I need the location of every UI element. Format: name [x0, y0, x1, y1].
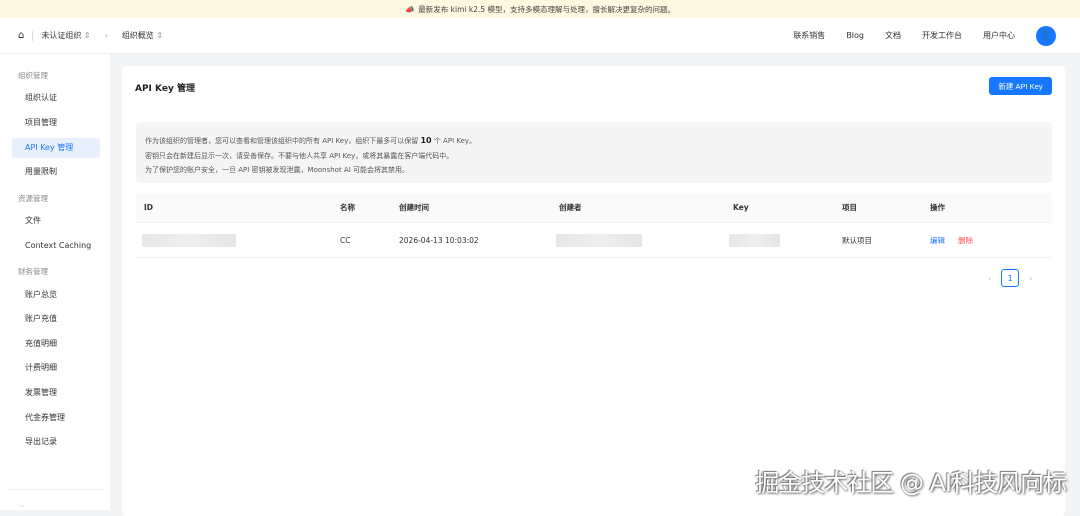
page-title: API Key 管理 [135, 84, 195, 94]
edit-button[interactable]: 编辑 [930, 235, 945, 246]
info-line-1: 作为该组织的管理者，您可以查看和管理该组织中的所有 API Key，组织下最多可… [145, 134, 1043, 149]
watermark: 掘金技术社区 @ AI科技风向标 [755, 469, 1067, 497]
sidebar-item-files[interactable]: 文件 [12, 211, 100, 231]
info-line-2: 密钥只会在新建后显示一次，请妥善保存。不要与他人共享 API Key，或将其暴露… [145, 151, 454, 160]
sidebar-item-invoices[interactable]: 发票管理 [12, 383, 100, 403]
info-text: 个 API Key。 [433, 137, 477, 145]
top-header: ⌂ 未认证组织 ⇕ › 组织概览 ⇕ 联系销售 Blog 文档 开发工作台 用户… [0, 18, 1080, 54]
page-selector[interactable]: 组织概览 ⇕ [122, 30, 163, 41]
chevron-updown-icon: ⇕ [156, 31, 164, 40]
nav-docs[interactable]: 文档 [885, 30, 901, 41]
page-1-button[interactable]: 1 [1001, 269, 1020, 287]
info-notice: 作为该组织的管理者，您可以查看和管理该组织中的所有 API Key，组织下最多可… [136, 122, 1052, 183]
prev-page-icon[interactable]: ‹ [988, 274, 991, 283]
org-name: 未认证组织 [41, 31, 82, 40]
sidebar-item-usage-limits[interactable]: 用量限制 [12, 162, 100, 182]
home-icon[interactable]: ⌂ [18, 30, 24, 41]
col-id: ID [144, 203, 154, 212]
megaphone-icon: 📣 [404, 4, 415, 14]
col-actions: 操作 [930, 203, 945, 212]
sidebar-item-account-overview[interactable]: 账户总览 [12, 285, 100, 305]
pagination: ‹ 1 › [988, 269, 1032, 287]
row-name: CC [340, 236, 351, 245]
next-page-icon[interactable]: › [1029, 274, 1032, 283]
sidebar-group-finance: 财务管理 [18, 267, 48, 276]
row-project: 默认项目 [842, 236, 872, 245]
nav-dev-console[interactable]: 开发工作台 [922, 30, 962, 41]
col-creator: 创建者 [559, 203, 582, 212]
breadcrumb-separator-icon: › [104, 31, 108, 40]
sidebar-item-api-keys[interactable]: API Key 管理 [12, 138, 100, 158]
row-created: 2026-04-13 10:03:02 [399, 236, 479, 245]
col-project: 项目 [842, 203, 857, 212]
info-line-3: 为了保护您的账户安全，一旦 API 密钥被发现泄露，Moonshot AI 可能… [145, 166, 409, 174]
delete-button[interactable]: 删除 [958, 235, 973, 246]
redacted-id [142, 234, 236, 247]
table-row: CC 2026-04-13 10:03:02 默认项目 编辑 删除 [136, 224, 1052, 258]
announcement-banner[interactable]: 📣 最新发布 kimi k2.5 模型，支持多模态理解与处理，擅长解决更复杂的问… [0, 0, 1080, 18]
api-key-card: API Key 管理 新建 API Key 作为该组织的管理者，您可以查看和管理… [122, 66, 1065, 516]
max-keys-count: 10 [420, 136, 432, 145]
col-created: 创建时间 [399, 203, 429, 212]
collapse-icon[interactable]: ⋯ [18, 502, 25, 510]
divider [32, 30, 34, 41]
redacted-key [729, 234, 780, 247]
sidebar-group-resources: 资源管理 [18, 194, 48, 203]
sidebar-item-vouchers[interactable]: 代金券管理 [12, 408, 100, 428]
nav-user-center[interactable]: 用户中心 [983, 30, 1015, 41]
announcement-text: 最新发布 kimi k2.5 模型，支持多模态理解与处理，擅长解决更复杂的问题。 [418, 4, 676, 14]
col-name: 名称 [340, 203, 355, 212]
col-key: Key [733, 203, 749, 212]
sidebar-group-org: 组织管理 [18, 71, 48, 80]
org-selector[interactable]: 未认证组织 ⇕ [41, 30, 90, 41]
sidebar-item-billing-details[interactable]: 计费明细 [12, 358, 100, 378]
divider [8, 489, 104, 490]
sidebar-item-context-caching[interactable]: Context Caching [12, 236, 100, 256]
nav-blog[interactable]: Blog [846, 31, 864, 40]
sidebar-item-recharge-details[interactable]: 充值明细 [12, 334, 100, 354]
new-api-key-button[interactable]: 新建 API Key [989, 77, 1052, 95]
sidebar: 组织管理 组织认证 项目管理 API Key 管理 用量限制 资源管理 文件 C… [0, 54, 110, 510]
page-name: 组织概览 [121, 31, 154, 40]
info-text: 作为该组织的管理者，您可以查看和管理该组织中的所有 API Key，组织下最多可… [145, 137, 419, 145]
redacted-creator [556, 234, 642, 247]
table-header: ID 名称 创建时间 创建者 Key 项目 操作 [136, 193, 1052, 223]
sidebar-item-org-verify[interactable]: 组织认证 [12, 88, 100, 108]
sidebar-item-recharge[interactable]: 账户充值 [12, 309, 100, 329]
chevron-updown-icon: ⇕ [83, 31, 91, 40]
avatar[interactable]: 👤 [1036, 25, 1056, 46]
nav-contact-sales[interactable]: 联系销售 [793, 30, 825, 41]
sidebar-item-export-records[interactable]: 导出记录 [12, 432, 100, 452]
user-icon: 👤 [1039, 30, 1053, 41]
sidebar-item-projects[interactable]: 项目管理 [12, 113, 100, 133]
scrollbar[interactable] [1072, 54, 1080, 510]
